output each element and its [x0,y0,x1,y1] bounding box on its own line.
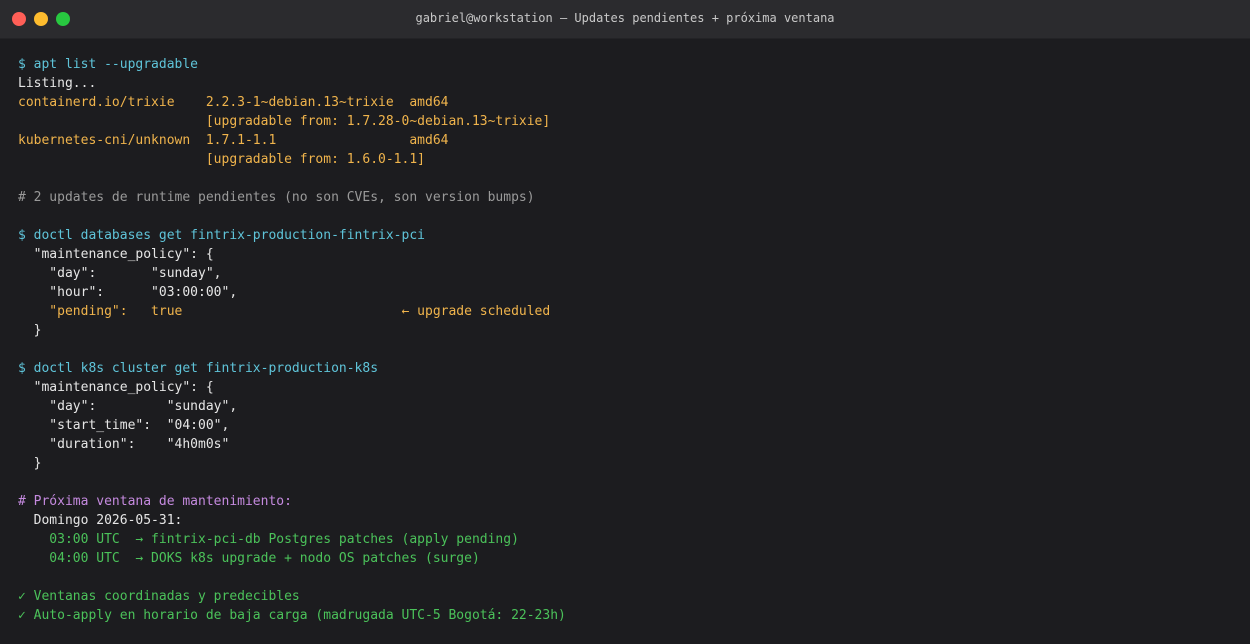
terminal-line: "day": "sunday", [18,266,222,281]
window-title: gabriel@workstation — Updates pendientes… [415,11,835,25]
terminal-line: 03:00 UTC → fintrix-pci-db Postgres patc… [18,532,519,547]
terminal-line: "maintenance_policy": { [18,247,214,262]
title-bar: gabriel@workstation — Updates pendientes… [0,0,1250,39]
terminal-line: "duration": "4h0m0s" [18,437,230,452]
terminal-line: $ apt list --upgradable [18,57,199,72]
terminal-line: "pending": true ← upgrade scheduled [18,304,551,319]
terminal-line: "maintenance_policy": { [18,380,214,395]
terminal-output[interactable]: $ apt list --upgradable Listing... contain… [18,55,1240,625]
terminal-line: [upgradable from: 1.7.28-0~debian.13~tri… [18,114,551,129]
terminal-line: $ doctl k8s cluster get fintrix-producti… [18,361,379,376]
terminal-line: "start_time": "04:00", [18,418,230,433]
terminal-line: 04:00 UTC → DOKS k8s upgrade + nodo OS p… [18,551,480,566]
terminal-line: } [18,323,42,338]
terminal-line: kubernetes-cni/unknown 1.7.1-1.1 amd64 [18,133,449,148]
terminal-line: "hour": "03:00:00", [18,285,238,300]
terminal-line: } [18,456,42,471]
terminal-line: # 2 updates de runtime pendientes (no so… [18,190,535,205]
terminal-line: Listing... [18,76,97,91]
terminal-line: [upgradable from: 1.6.0-1.1] [18,152,425,167]
terminal-line: $ doctl databases get fintrix-production… [18,228,425,243]
terminal-line: ✓ Auto-apply en horario de baja carga (m… [18,608,566,623]
terminal-line: containerd.io/trixie 2.2.3-1~debian.13~t… [18,95,449,110]
terminal-line: Domingo 2026-05-31: [18,513,183,528]
terminal-line: # Próxima ventana de mantenimiento: [18,494,292,509]
terminal-line: "day": "sunday", [18,399,238,414]
terminal-line: ✓ Ventanas coordinadas y predecibles [18,589,300,604]
terminal-window: gabriel@workstation — Updates pendientes… [0,0,1250,644]
